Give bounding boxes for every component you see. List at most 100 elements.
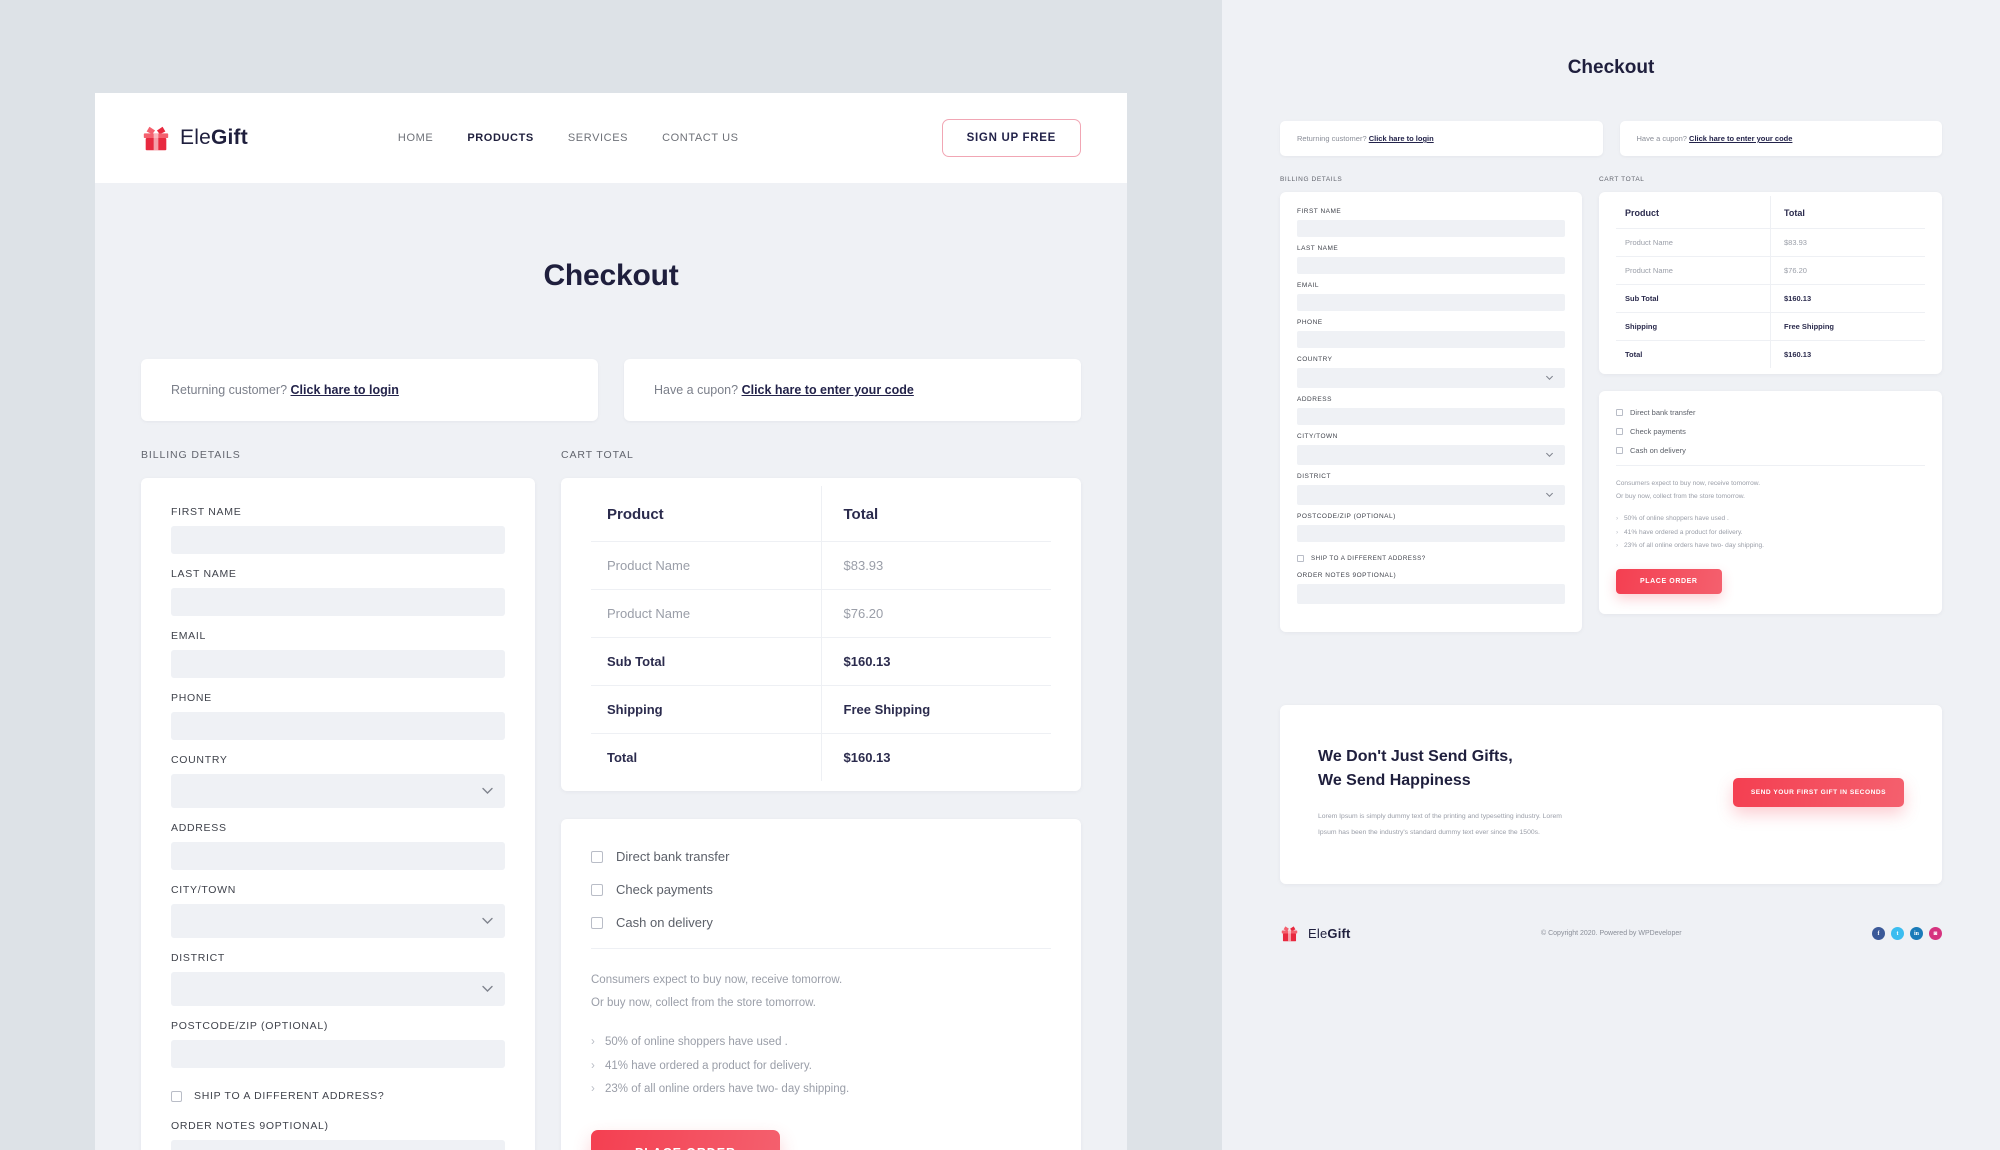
field-email: EMAIL [1297, 282, 1565, 311]
site-header: EleGift HOME PRODUCTS SERVICES CONTACT U… [95, 93, 1127, 183]
postcode-label: POSTCODE/ZIP (OPTIONAL) [1297, 513, 1396, 520]
city-town-select-wrap[interactable] [171, 904, 505, 938]
main-nav: HOME PRODUCTS SERVICES CONTACT US [398, 132, 739, 144]
table-row: Shipping Free Shipping [591, 685, 1051, 734]
list-item: 50% of online shoppers have used . [1616, 512, 1925, 526]
footer-logo[interactable]: EleGift [1280, 924, 1351, 943]
nav-item-contact-us[interactable]: CONTACT US [662, 132, 739, 144]
cart-column: CART TOTAL Product Total Product Name $8… [561, 449, 1081, 1150]
phone-label: PHONE [1297, 319, 1323, 326]
country-select[interactable] [1297, 368, 1565, 388]
payment-option-direct-bank-transfer[interactable]: Direct bank transfer [591, 849, 1051, 864]
nav-item-products[interactable]: PRODUCTS [467, 132, 534, 144]
sign-up-free-button[interactable]: SIGN UP FREE [941, 119, 1081, 157]
payment-methods-card-compact: Direct bank transfer Check payments Cash… [1599, 391, 1942, 614]
coupon-link[interactable]: Click hare to enter your code [742, 383, 914, 397]
table-row: Product Name $76.20 [1616, 256, 1925, 285]
payment-option-direct-bank-transfer[interactable]: Direct bank transfer [1616, 408, 1925, 417]
site-logo[interactable]: EleGift [141, 123, 248, 153]
country-select-wrap[interactable] [171, 774, 505, 808]
nav-item-services[interactable]: SERVICES [568, 132, 628, 144]
first-name-input[interactable] [171, 526, 505, 554]
notice-row: Returning customer? Click hare to login … [141, 359, 1081, 421]
cash-on-delivery-label: Cash on delivery [616, 915, 713, 930]
payment-methods-card: Direct bank transfer Check payments Cash… [561, 819, 1081, 1150]
district-select-wrap[interactable] [1297, 485, 1565, 505]
email-label: EMAIL [171, 630, 207, 642]
last-name-input[interactable] [171, 588, 505, 616]
first-name-input[interactable] [1297, 220, 1565, 237]
cash-on-delivery-checkbox[interactable] [1616, 447, 1623, 454]
city-town-select-wrap[interactable] [1297, 445, 1565, 465]
country-select[interactable] [171, 774, 505, 808]
payment-option-check-payments[interactable]: Check payments [591, 882, 1051, 897]
table-header-row: Product Total [1616, 196, 1925, 229]
last-name-label: LAST NAME [171, 568, 237, 580]
ship-different-row[interactable]: SHIP TO A DIFFERENT ADDRESS? [171, 1090, 505, 1102]
cell-total: $83.93 [821, 541, 1051, 590]
payment-option-cash-on-delivery[interactable]: Cash on delivery [591, 915, 1051, 930]
place-order-button[interactable]: PLACE ORDER [1616, 568, 1722, 594]
field-country: COUNTRY [171, 754, 505, 808]
logo-wordmark: EleGift [180, 126, 248, 150]
payment-option-check-payments[interactable]: Check payments [1616, 427, 1925, 436]
place-order-button[interactable]: PLACE ORDER [591, 1129, 780, 1150]
city-town-select[interactable] [171, 904, 505, 938]
column-header-total: Total [1770, 196, 1925, 229]
check-payments-checkbox[interactable] [591, 883, 603, 896]
send-first-gift-button[interactable]: SEND YOUR FIRST GIFT IN SECONDS [1732, 778, 1904, 808]
facebook-icon[interactable]: f [1871, 927, 1885, 941]
email-input[interactable] [1297, 294, 1565, 311]
field-phone: PHONE [171, 692, 505, 740]
screenshot-stage: EleGift HOME PRODUCTS SERVICES CONTACT U… [0, 0, 2000, 1150]
linkedin-icon[interactable]: in [1909, 927, 1923, 941]
ship-different-row[interactable]: SHIP TO A DIFFERENT ADDRESS? [1297, 555, 1565, 562]
coupon-link[interactable]: Click hare to enter your code [1689, 134, 1792, 143]
ship-different-checkbox[interactable] [171, 1090, 182, 1102]
phone-input[interactable] [171, 712, 505, 740]
cart-total-card-compact: Product Total Product Name $83.93 Produc… [1599, 192, 1942, 374]
district-select[interactable] [171, 972, 505, 1006]
cart-column-compact: CART TOTAL Product Total Product Name $8… [1599, 176, 1942, 614]
district-select[interactable] [1297, 485, 1565, 505]
postcode-input[interactable] [171, 1040, 505, 1068]
notice-row-compact: Returning customer? Click hare to login … [1280, 121, 1942, 156]
cart-total-table: Product Total Product Name $83.93 Produc… [591, 486, 1051, 781]
payment-option-cash-on-delivery[interactable]: Cash on delivery [1616, 446, 1925, 455]
order-notes-input[interactable] [1297, 584, 1565, 604]
twitter-icon[interactable]: t [1890, 927, 1904, 941]
list-item: 23% of all online orders have two- day s… [1616, 539, 1925, 553]
cell-product: Sub Total [1616, 284, 1771, 313]
phone-input[interactable] [1297, 331, 1565, 348]
field-postcode: POSTCODE/ZIP (OPTIONAL) [171, 1020, 505, 1068]
instagram-icon[interactable]: ◙ [1928, 927, 1942, 941]
field-order-notes: ORDER NOTES 9OPTIONAL) [171, 1120, 505, 1150]
ship-different-checkbox[interactable] [1297, 555, 1304, 562]
login-link[interactable]: Click hare to login [291, 383, 399, 397]
list-item: 23% of all online orders have two- day s… [591, 1078, 1051, 1102]
postcode-input[interactable] [1297, 525, 1565, 542]
last-name-input[interactable] [1297, 257, 1565, 274]
table-row: Shipping Free Shipping [1616, 312, 1925, 341]
cta-paragraph-line-2: Ipsum has been the industry's standard d… [1318, 828, 1540, 836]
country-select-wrap[interactable] [1297, 368, 1565, 388]
nav-item-home[interactable]: HOME [398, 132, 433, 144]
first-name-label: FIRST NAME [1297, 208, 1342, 215]
login-link[interactable]: Click hare to login [1369, 134, 1434, 143]
direct-bank-transfer-checkbox[interactable] [1616, 409, 1623, 416]
billing-form-card-compact: FIRST NAME LAST NAME EMAIL PHONE COUNTRY… [1280, 192, 1582, 632]
district-label: DISTRICT [1297, 473, 1331, 480]
cart-section-label-compact: CART TOTAL [1599, 176, 1645, 183]
order-notes-input[interactable] [171, 1140, 505, 1150]
email-input[interactable] [171, 650, 505, 678]
direct-bank-transfer-checkbox[interactable] [591, 850, 603, 863]
address-input[interactable] [171, 842, 505, 870]
cell-total: $83.93 [1770, 228, 1925, 257]
district-select-wrap[interactable] [171, 972, 505, 1006]
address-input[interactable] [1297, 408, 1565, 425]
coupon-notice: Have a cupon? Click hare to enter your c… [624, 359, 1081, 421]
cash-on-delivery-checkbox[interactable] [591, 916, 603, 929]
city-town-select[interactable] [1297, 445, 1565, 465]
field-address: ADDRESS [1297, 396, 1565, 425]
check-payments-checkbox[interactable] [1616, 428, 1623, 435]
